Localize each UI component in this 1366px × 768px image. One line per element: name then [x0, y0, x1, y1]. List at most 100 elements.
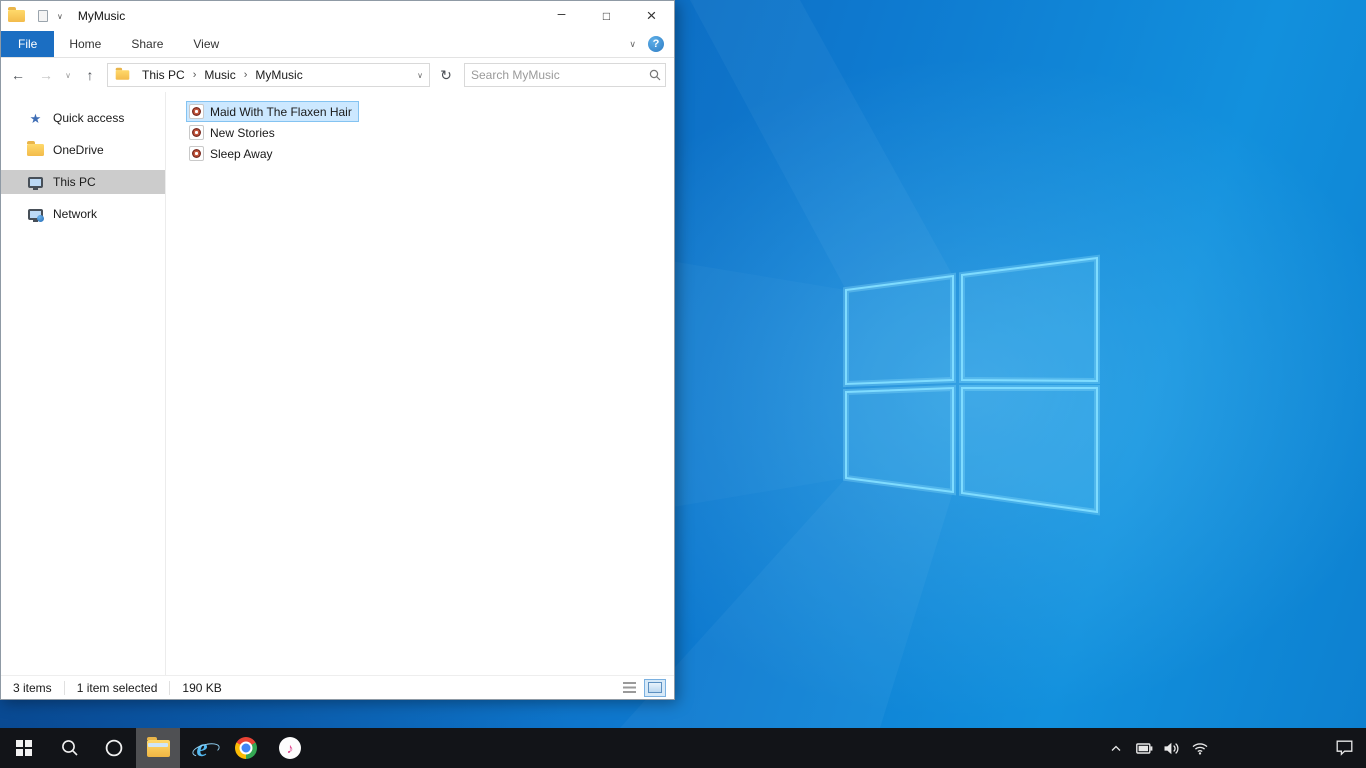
network-icon [27, 208, 44, 222]
internet-explorer-button[interactable]: e [180, 728, 224, 768]
search-icon [62, 740, 78, 756]
file-item[interactable]: New Stories [186, 122, 282, 143]
itunes-icon: ♪ [279, 737, 301, 759]
address-dropdown-icon[interactable]: ∨ [411, 71, 429, 80]
computer-icon [27, 176, 44, 190]
sidebar-item-onedrive[interactable]: OneDrive [1, 138, 165, 162]
selection-summary: 1 item selected [76, 680, 158, 695]
qat-customize-chevron-icon[interactable]: ∨ [57, 12, 63, 21]
thumbnails-view-icon [648, 682, 662, 693]
onedrive-folder-icon [27, 141, 44, 156]
status-divider [63, 680, 65, 695]
search-box [464, 63, 666, 87]
close-button[interactable]: × [629, 1, 674, 31]
breadcrumb-this-pc[interactable]: This PC [135, 64, 192, 86]
battery-icon [1135, 742, 1152, 754]
ribbon-tabs: File Home Share View ∨ ? [1, 31, 674, 58]
breadcrumb-mymusic[interactable]: MyMusic [248, 64, 309, 86]
file-name: Maid With The Flaxen Hair [210, 104, 352, 119]
sidebar-item-label: Quick access [53, 111, 125, 125]
show-hidden-icons-button[interactable] [1102, 728, 1130, 768]
file-list: Maid With The Flaxen Hair New Stories Sl… [166, 92, 674, 675]
tab-home[interactable]: Home [54, 31, 116, 57]
up-button[interactable]: ↑ [77, 62, 103, 88]
refresh-button[interactable]: ↻ [434, 63, 458, 87]
network-monitor-shape [28, 208, 44, 222]
taskbar-search-button[interactable] [48, 728, 92, 768]
network-button[interactable] [1186, 728, 1214, 768]
sidebar-item-quick-access[interactable]: ★ Quick access [1, 106, 165, 130]
chrome-icon [235, 737, 257, 759]
tab-view[interactable]: View [178, 31, 234, 57]
details-view-icon [622, 682, 636, 693]
sidebar-item-network[interactable]: Network [1, 202, 165, 226]
help-icon[interactable]: ? [648, 36, 664, 52]
action-center-icon [1336, 740, 1352, 756]
wifi-icon [1192, 742, 1208, 755]
chrome-button[interactable] [224, 728, 268, 768]
tab-file[interactable]: File [1, 31, 55, 57]
chevron-up-icon [1111, 745, 1121, 751]
windows-start-icon [16, 740, 32, 756]
minimize-button[interactable]: – [539, 1, 584, 31]
search-icon[interactable] [645, 69, 665, 81]
file-item[interactable]: Sleep Away [186, 143, 280, 164]
search-input[interactable] [465, 68, 645, 82]
details-view-button[interactable] [618, 679, 640, 697]
music-file-icon [189, 104, 204, 119]
explorer-main: ★ Quick access OneDrive This PC Network … [1, 92, 674, 675]
navigation-bar: ← → ∨ ↑ This PC › Music › MyMusic ∨ ↻ [1, 58, 674, 92]
monitor-shape [28, 176, 43, 190]
quick-access-toolbar-button[interactable] [34, 7, 52, 25]
status-bar: 3 items 1 item selected 190 KB [1, 675, 674, 699]
taskbar: e ♪ [0, 728, 1366, 768]
folder-shape [27, 141, 44, 156]
history-dropdown-icon[interactable]: ∨ [61, 62, 75, 88]
file-item-selected[interactable]: Maid With The Flaxen Hair [186, 101, 359, 122]
title-bar: ∨ MyMusic – □ × [1, 1, 674, 31]
volume-button[interactable] [1158, 728, 1186, 768]
file-explorer-icon [146, 736, 170, 757]
cortana-icon [105, 739, 123, 757]
selection-size: 190 KB [182, 680, 222, 695]
action-center-button[interactable] [1322, 728, 1366, 768]
music-note-glyph: ♪ [286, 740, 294, 756]
speaker-icon [1164, 742, 1179, 754]
sidebar-item-label: Network [53, 207, 98, 221]
taskbar-file-explorer-button[interactable] [136, 728, 180, 768]
address-folder-icon [115, 67, 130, 80]
start-button[interactable] [0, 728, 48, 768]
star-icon: ★ [27, 112, 44, 125]
window-title: MyMusic [77, 9, 126, 23]
tab-share[interactable]: Share [116, 31, 178, 57]
breadcrumb-music[interactable]: Music [197, 64, 242, 86]
sidebar-item-this-pc[interactable]: This PC [1, 170, 165, 194]
system-tray [1102, 728, 1366, 768]
battery-status-button[interactable] [1130, 728, 1158, 768]
star-glyph: ★ [29, 110, 42, 126]
status-divider [169, 680, 171, 695]
file-name: New Stories [210, 125, 275, 140]
forward-button[interactable]: → [33, 62, 59, 88]
ribbon-right-controls: ∨ ? [629, 31, 674, 57]
file-explorer-window: ∨ MyMusic – □ × File Home Share View ∨ ?… [0, 0, 675, 700]
sidebar-item-label: OneDrive [53, 143, 104, 157]
maximize-button[interactable]: □ [584, 1, 629, 31]
internet-explorer-icon: e [196, 734, 208, 762]
view-switcher [618, 678, 666, 697]
collapse-ribbon-icon[interactable]: ∨ [629, 39, 636, 50]
music-file-icon [189, 146, 204, 161]
file-name: Sleep Away [210, 146, 273, 161]
navigation-pane: ★ Quick access OneDrive This PC Network [1, 92, 166, 675]
thumbnails-view-button[interactable] [644, 678, 666, 697]
items-count: 3 items [13, 680, 52, 695]
address-bar[interactable]: This PC › Music › MyMusic ∨ [107, 63, 430, 87]
back-button[interactable]: ← [5, 62, 31, 88]
cortana-button[interactable] [92, 728, 136, 768]
itunes-button[interactable]: ♪ [268, 728, 312, 768]
qat-sheet-icon [38, 10, 48, 22]
explorer-system-folder-icon[interactable] [8, 7, 25, 22]
window-controls: – □ × [539, 1, 674, 31]
sidebar-item-label: This PC [53, 175, 96, 189]
music-file-icon [189, 125, 204, 140]
